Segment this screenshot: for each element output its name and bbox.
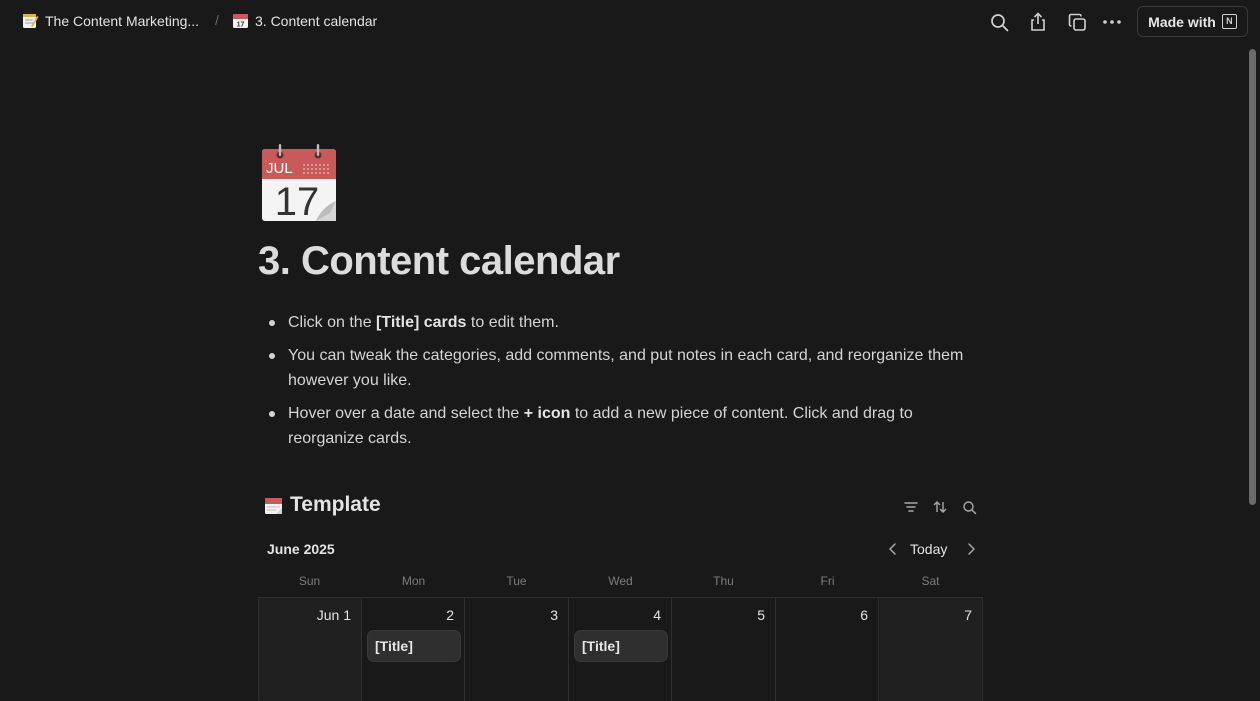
page-icon[interactable]: JUL 17 — [260, 143, 338, 224]
more-button[interactable] — [1101, 11, 1123, 33]
calendar-day-cell[interactable]: 2 [Title] — [362, 598, 465, 701]
database-title-text: Template — [290, 493, 381, 516]
duplicate-icon — [1068, 13, 1086, 31]
weekday-header: Thu — [713, 574, 734, 588]
weekday-header: Tue — [506, 574, 527, 588]
breadcrumb-current-label: 3. Content calendar — [255, 12, 378, 29]
calendar-day-cell[interactable]: 3 — [466, 598, 569, 701]
calendar-month-label: June 2025 — [267, 541, 335, 557]
calendar-day-cell[interactable]: Jun 1 — [259, 598, 362, 701]
calendar-tearoff-icon — [265, 497, 282, 514]
weekday-header: Fri — [820, 574, 835, 588]
made-with-notion-button[interactable]: Made with N — [1137, 6, 1248, 37]
next-month-button[interactable] — [963, 540, 979, 558]
search-button[interactable] — [988, 11, 1010, 33]
breadcrumb-parent[interactable]: The Content Marketing... — [22, 12, 199, 29]
list-item[interactable]: You can tweak the categories, add commen… — [266, 343, 966, 393]
day-number: 7 — [964, 607, 972, 623]
share-button[interactable] — [1027, 11, 1049, 33]
page-icon-month: JUL — [266, 160, 293, 177]
notion-logo-icon: N — [1221, 14, 1237, 29]
day-number: 2 — [446, 607, 454, 623]
search-icon — [962, 500, 976, 514]
weekday-header: Sat — [921, 574, 940, 588]
breadcrumb-current[interactable]: 17 3. Content calendar — [232, 12, 377, 29]
filter-button[interactable] — [902, 498, 920, 516]
previous-month-button[interactable] — [885, 540, 901, 558]
svg-text:17: 17 — [237, 22, 245, 29]
day-number: 6 — [860, 607, 868, 623]
breadcrumb-separator: / — [215, 12, 219, 28]
calendar-day-cell[interactable]: 6 — [776, 598, 879, 701]
content-card[interactable]: [Title] — [368, 631, 460, 661]
search-icon — [990, 13, 1008, 31]
top-bar: The Content Marketing... / 17 3. Content… — [0, 0, 1260, 44]
content-card[interactable]: [Title] — [575, 631, 667, 661]
made-with-label: Made with — [1148, 13, 1216, 30]
day-number: 5 — [757, 607, 765, 623]
memo-icon — [23, 14, 39, 28]
page-title[interactable]: 3. Content calendar — [258, 239, 620, 284]
list-item[interactable]: Hover over a date and select the + icon … — [266, 401, 966, 451]
weekday-header: Sun — [298, 574, 321, 588]
share-icon — [1031, 12, 1045, 31]
breadcrumb-parent-label: The Content Marketing... — [45, 12, 200, 29]
list-item[interactable]: Click on the [Title] cards to edit them. — [266, 310, 966, 335]
chevron-right-icon — [968, 543, 975, 555]
filter-icon — [904, 502, 918, 512]
calendar-day-cell[interactable]: 5 — [673, 598, 776, 701]
calendar-day-cell[interactable]: 4 [Title] — [569, 598, 672, 701]
day-number: Jun 1 — [316, 607, 351, 623]
page-icon-day: 17 — [275, 180, 320, 223]
calendar-grid: Jun 1 2 [Title] 3 4 [Title] 5 6 7 — [258, 597, 983, 701]
weekday-header: Wed — [608, 574, 633, 588]
calendar-icon: JUL 17 — [262, 144, 336, 224]
today-button[interactable]: Today — [910, 541, 947, 557]
chevron-left-icon — [889, 543, 896, 555]
database-title[interactable]: Template — [264, 493, 381, 517]
more-icon — [1103, 20, 1121, 24]
database-search-button[interactable] — [960, 498, 978, 516]
instructions-list: Click on the [Title] cards to edit them.… — [266, 310, 966, 459]
day-number: 4 — [653, 607, 661, 623]
calendar-icon: 17 — [233, 14, 248, 29]
weekday-header: Mon — [401, 574, 426, 588]
calendar-day-cell[interactable]: 7 — [880, 598, 983, 701]
day-number: 3 — [550, 607, 558, 623]
sort-icon — [933, 501, 947, 513]
duplicate-button[interactable] — [1066, 11, 1088, 33]
sort-button[interactable] — [931, 498, 949, 516]
scrollbar-thumb[interactable] — [1249, 49, 1256, 505]
